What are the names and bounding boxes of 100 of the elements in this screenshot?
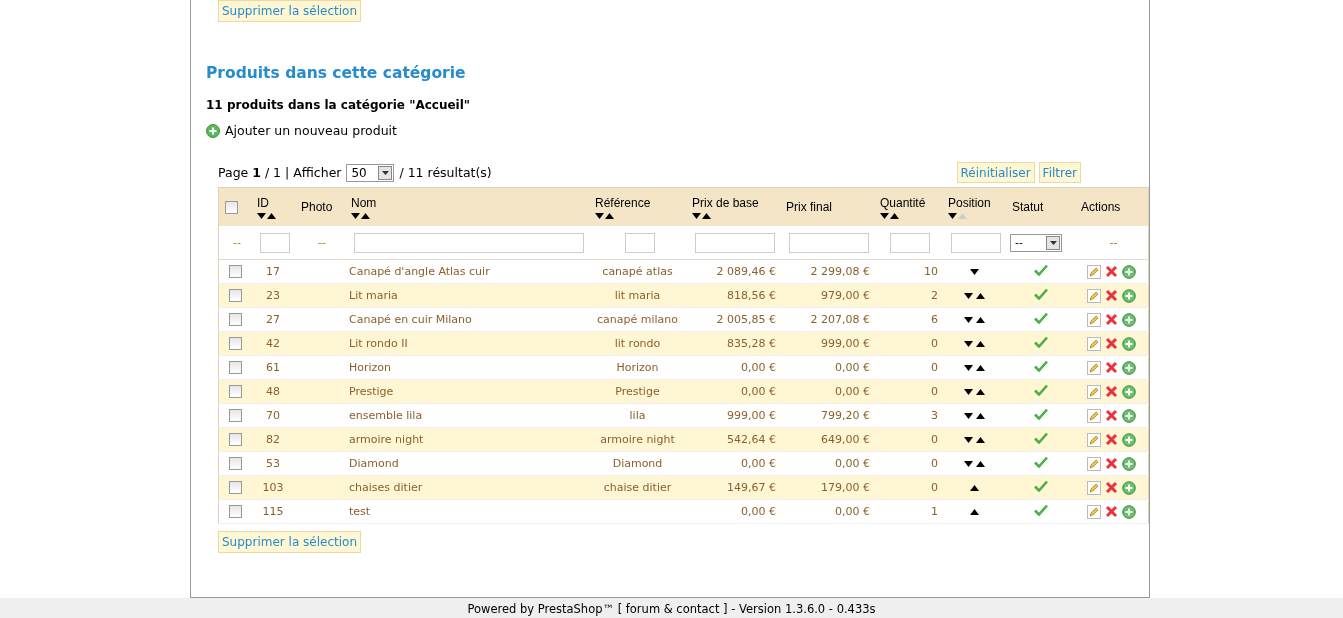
sort-desc-icon[interactable] [948,212,957,219]
move-up-icon[interactable] [975,389,985,395]
edit-pencil-icon[interactable] [1087,504,1101,519]
sort-asc-icon[interactable] [702,212,711,219]
check-icon[interactable] [1033,384,1048,396]
row-checkbox[interactable] [228,457,242,471]
sort-desc-icon[interactable] [692,212,701,219]
row-checkbox[interactable] [228,289,242,303]
sort-asc-icon[interactable] [890,212,899,219]
sort-asc-icon[interactable] [361,212,370,219]
duplicate-add-icon[interactable] [1122,432,1136,447]
column-header[interactable]: Nom [351,195,377,210]
filter-input[interactable] [890,232,930,253]
check-icon[interactable] [1033,264,1048,276]
per-page-select[interactable]: 50 [346,163,395,182]
edit-pencil-icon[interactable] [1087,456,1101,471]
filter-button[interactable]: Filtrer [1038,162,1081,183]
check-icon[interactable] [1033,504,1048,516]
row-checkbox[interactable] [228,337,242,351]
sort-desc-icon[interactable] [257,212,266,219]
duplicate-add-icon[interactable] [1122,264,1136,279]
move-down-icon[interactable] [963,293,973,299]
check-icon[interactable] [1033,312,1048,324]
move-down-icon[interactable] [963,341,973,347]
delete-icon[interactable] [1105,289,1118,302]
check-icon[interactable] [1033,408,1048,420]
move-down-icon[interactable] [963,413,973,419]
check-icon[interactable] [1033,456,1048,468]
edit-pencil-icon[interactable] [1087,384,1101,399]
sort-desc-icon[interactable] [595,212,604,219]
sort-asc-icon[interactable] [605,212,614,219]
edit-pencil-icon[interactable] [1087,288,1101,303]
add-icon[interactable] [206,124,220,138]
select-all-checkbox[interactable] [225,201,238,215]
delete-icon[interactable] [1105,265,1118,278]
column-header[interactable]: ID [257,195,269,210]
delete-selection-button[interactable]: Supprimer la sélection [218,531,361,553]
sort-desc-icon[interactable] [351,212,360,219]
move-up-icon[interactable] [975,293,985,299]
filter-input[interactable] [354,232,584,253]
filter-input[interactable] [695,232,775,253]
duplicate-add-icon[interactable] [1122,384,1136,399]
check-icon[interactable] [1033,360,1048,372]
move-up-icon[interactable] [975,461,985,467]
row-checkbox[interactable] [228,313,242,327]
duplicate-add-icon[interactable] [1122,480,1136,495]
edit-pencil-icon[interactable] [1087,264,1101,279]
move-up-icon[interactable] [969,509,979,515]
column-header[interactable]: Actions [1081,200,1121,214]
filter-input[interactable] [260,232,290,253]
row-checkbox[interactable] [228,265,242,279]
column-header[interactable]: Prix final [786,200,832,214]
delete-icon[interactable] [1105,457,1118,470]
move-up-icon[interactable] [975,413,985,419]
delete-icon[interactable] [1105,385,1118,398]
delete-icon[interactable] [1105,361,1118,374]
check-icon[interactable] [1033,288,1048,300]
edit-pencil-icon[interactable] [1087,336,1101,351]
delete-icon[interactable] [1105,505,1118,518]
move-down-icon[interactable] [963,437,973,443]
move-down-icon[interactable] [963,365,973,371]
row-checkbox[interactable] [228,361,242,375]
move-up-icon[interactable] [975,437,985,443]
duplicate-add-icon[interactable] [1122,456,1136,471]
check-icon[interactable] [1033,336,1048,348]
delete-icon[interactable] [1105,313,1118,326]
filter-input[interactable] [789,232,869,253]
delete-icon[interactable] [1105,337,1118,350]
move-down-icon[interactable] [963,389,973,395]
duplicate-add-icon[interactable] [1122,312,1136,327]
edit-pencil-icon[interactable] [1087,408,1101,423]
edit-pencil-icon[interactable] [1087,432,1101,447]
edit-pencil-icon[interactable] [1087,480,1101,495]
duplicate-add-icon[interactable] [1122,504,1136,519]
row-checkbox[interactable] [228,505,242,519]
filter-input[interactable] [951,232,1001,253]
column-header[interactable]: Statut [1012,200,1044,214]
status-filter-select[interactable]: -- [1010,233,1062,252]
delete-icon[interactable] [1105,433,1118,446]
sort-desc-icon[interactable] [880,212,889,219]
row-checkbox[interactable] [228,409,242,423]
delete-icon[interactable] [1105,409,1118,422]
duplicate-add-icon[interactable] [1122,360,1136,375]
duplicate-add-icon[interactable] [1122,336,1136,351]
duplicate-add-icon[interactable] [1122,288,1136,303]
row-checkbox[interactable] [228,481,242,495]
delete-icon[interactable] [1105,481,1118,494]
delete-selection-button[interactable]: Supprimer la sélection [218,0,361,22]
move-up-icon[interactable] [975,365,985,371]
edit-pencil-icon[interactable] [1087,360,1101,375]
move-up-icon[interactable] [975,341,985,347]
move-up-icon[interactable] [969,485,979,491]
move-up-icon[interactable] [975,317,985,323]
check-icon[interactable] [1033,432,1048,444]
add-product-link[interactable]: Ajouter un nouveau produit [225,122,397,138]
filter-input[interactable] [624,232,655,253]
row-checkbox[interactable] [228,433,242,447]
move-down-icon[interactable] [963,317,973,323]
move-down-icon[interactable] [963,461,973,467]
row-checkbox[interactable] [228,385,242,399]
